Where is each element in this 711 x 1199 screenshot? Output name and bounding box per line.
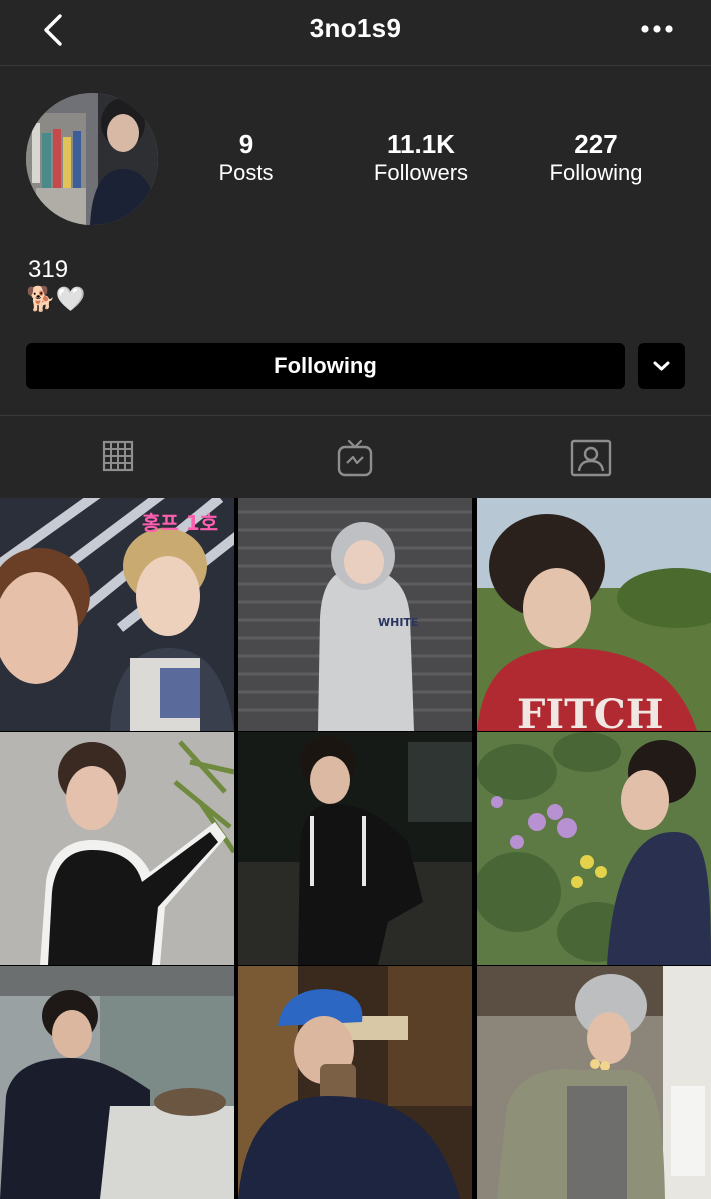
avatar-photo (26, 93, 158, 225)
stat-following[interactable]: 227 Following (516, 128, 676, 186)
tabs-divider (0, 415, 711, 416)
post-thumbnail[interactable] (238, 966, 472, 1199)
post-thumbnail[interactable] (477, 966, 711, 1199)
posts-label: Posts (218, 160, 274, 185)
more-options-button[interactable] (636, 16, 680, 42)
followers-label: Followers (373, 160, 469, 185)
post-photo: 홍프 1호 (0, 498, 234, 731)
followers-count: 11.1K (387, 129, 455, 159)
bio-name: 319 (28, 256, 69, 283)
tab-tagged[interactable] (474, 428, 710, 490)
post-thumbnail[interactable] (0, 966, 234, 1199)
post-print-text: FITCH (517, 691, 664, 731)
following-button[interactable]: Following (26, 343, 625, 389)
tagged-user-icon (570, 439, 612, 477)
suggestions-dropdown-button[interactable] (638, 343, 685, 389)
post-photo (477, 966, 711, 1199)
posts-grid: 홍프 1호 WHITE FITCH (0, 498, 711, 1199)
igtv-icon (337, 439, 373, 477)
post-thumbnail[interactable] (238, 732, 472, 965)
grid-icon (102, 440, 134, 472)
top-bar: 3no1s9 (0, 0, 711, 66)
post-sticker-text: 홍프 1호 (142, 511, 218, 535)
post-thumbnail[interactable] (0, 732, 234, 965)
following-count: 227 (574, 129, 618, 159)
post-thumbnail[interactable] (477, 732, 711, 965)
post-thumbnail[interactable]: WHITE (238, 498, 472, 731)
chevron-down-icon (653, 361, 670, 371)
post-photo: FITCH (477, 498, 711, 731)
tab-posts-grid[interactable] (0, 428, 236, 490)
stat-followers[interactable]: 11.1K Followers (341, 128, 501, 186)
bio-emoji: 🐕🤍 (26, 286, 86, 313)
post-thumbnail[interactable]: FITCH (477, 498, 711, 731)
post-photo (477, 732, 711, 965)
profile-avatar[interactable] (26, 93, 158, 225)
posts-count: 9 (238, 129, 254, 159)
post-print-text: WHITE (378, 616, 418, 629)
post-photo (0, 732, 234, 965)
post-photo: WHITE (238, 498, 472, 731)
tab-igtv[interactable] (237, 428, 473, 490)
post-thumbnail[interactable]: 홍프 1호 (0, 498, 234, 731)
post-photo (0, 966, 234, 1199)
more-horizontal-icon (641, 25, 673, 33)
profile-username: 3no1s9 (309, 13, 402, 43)
post-photo (238, 966, 472, 1199)
post-photo (238, 732, 472, 965)
following-label: Following (549, 160, 643, 185)
stat-posts[interactable]: 9 Posts (166, 128, 326, 186)
